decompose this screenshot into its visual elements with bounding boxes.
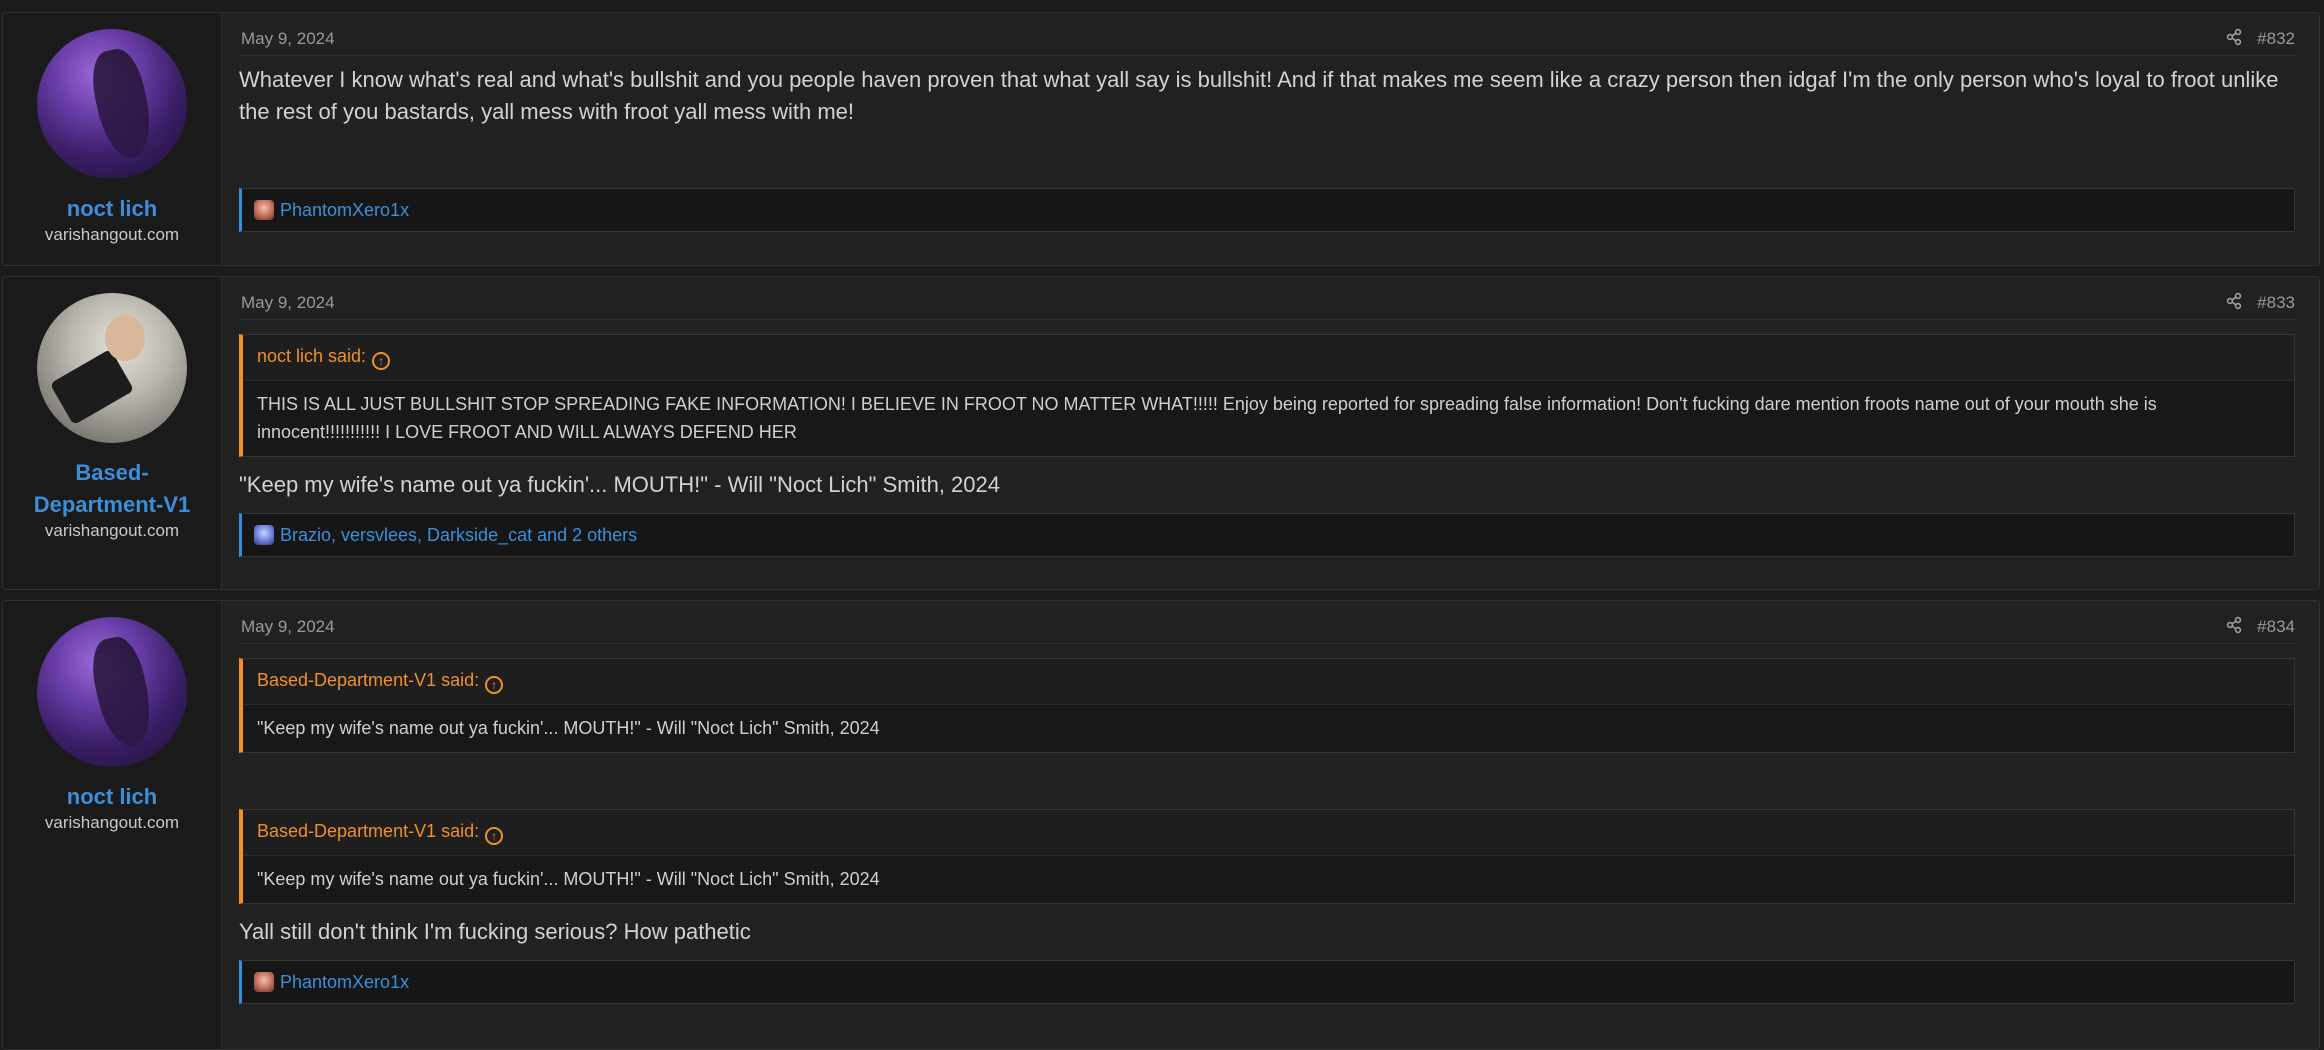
share-icon[interactable] bbox=[2225, 616, 2243, 639]
post-date[interactable]: May 9, 2024 bbox=[241, 617, 335, 637]
thread: noct lich varishangout.com May 9, 2024 #… bbox=[0, 0, 2324, 1050]
username-link[interactable]: noct lich bbox=[3, 781, 221, 813]
user-panel: noct lich varishangout.com bbox=[3, 13, 222, 265]
post: noct lich varishangout.com May 9, 2024 #… bbox=[2, 600, 2320, 1050]
quote-body: "Keep my wife's name out ya fuckin'... M… bbox=[257, 869, 880, 889]
reactions-link[interactable]: PhantomXero1x bbox=[280, 200, 409, 220]
user-title: varishangout.com bbox=[44, 813, 180, 832]
reactions-bar: PhantomXero1x bbox=[239, 188, 2295, 232]
post: Based-Department-V1 varishangout.com May… bbox=[2, 276, 2320, 590]
post-meta: May 9, 2024 #832 bbox=[239, 13, 2295, 56]
post-main: May 9, 2024 #833 noct lich said: ↑ THIS I… bbox=[239, 277, 2295, 589]
avatar[interactable] bbox=[37, 29, 187, 179]
post-number-link[interactable]: #832 bbox=[2257, 29, 2295, 49]
post-body: "Keep my wife's name out ya fuckin'... M… bbox=[239, 472, 1000, 497]
arrow-up-circle-icon[interactable]: ↑ bbox=[485, 827, 504, 845]
reactions-bar: PhantomXero1x bbox=[239, 960, 2295, 1004]
post-meta: May 9, 2024 #833 bbox=[239, 277, 2295, 320]
quote-block: Based-Department-V1 said: ↑ "Keep my wife… bbox=[239, 809, 2295, 904]
reactions-link[interactable]: Brazio, versvlees, Darkside_cat and 2 ot… bbox=[280, 525, 637, 545]
reaction-icon bbox=[254, 525, 274, 545]
arrow-up-circle-icon[interactable]: ↑ bbox=[372, 352, 391, 370]
quote-body: THIS IS ALL JUST BULLSHIT STOP SPREADING… bbox=[257, 394, 2157, 442]
user-panel: Based-Department-V1 varishangout.com bbox=[3, 277, 222, 589]
post-main: May 9, 2024 #834 Based-Department-V1 sai… bbox=[239, 601, 2295, 1049]
post-date[interactable]: May 9, 2024 bbox=[241, 29, 335, 49]
post-number-link[interactable]: #833 bbox=[2257, 293, 2295, 313]
share-icon[interactable] bbox=[2225, 28, 2243, 51]
reaction-icon bbox=[254, 972, 274, 992]
reactions-bar: Brazio, versvlees, Darkside_cat and 2 ot… bbox=[239, 513, 2295, 557]
quote-header[interactable]: Based-Department-V1 said: ↑ bbox=[243, 659, 2294, 705]
quote-author[interactable]: Based-Department-V1 said: bbox=[257, 821, 479, 841]
avatar[interactable] bbox=[37, 617, 187, 767]
quote-author[interactable]: Based-Department-V1 said: bbox=[257, 670, 479, 690]
user-title: varishangout.com bbox=[44, 521, 180, 540]
post-body: Yall still don't think I'm fucking serio… bbox=[239, 919, 751, 944]
username-link[interactable]: noct lich bbox=[3, 193, 221, 225]
quote-body: "Keep my wife's name out ya fuckin'... M… bbox=[257, 718, 880, 738]
share-icon[interactable] bbox=[2225, 292, 2243, 315]
post: noct lich varishangout.com May 9, 2024 #… bbox=[2, 12, 2320, 266]
username-link[interactable]: Based-Department-V1 bbox=[3, 457, 221, 521]
post-body: Whatever I know what's real and what's b… bbox=[239, 67, 2279, 124]
reactions-link[interactable]: PhantomXero1x bbox=[280, 972, 409, 992]
quote-header[interactable]: Based-Department-V1 said: ↑ bbox=[243, 810, 2294, 856]
arrow-up-circle-icon[interactable]: ↑ bbox=[485, 676, 504, 694]
post-date[interactable]: May 9, 2024 bbox=[241, 293, 335, 313]
user-title: varishangout.com bbox=[44, 225, 180, 244]
reaction-icon bbox=[254, 200, 274, 220]
quote-author[interactable]: noct lich said: bbox=[257, 346, 366, 366]
quote-block: noct lich said: ↑ THIS IS ALL JUST BULLSH… bbox=[239, 334, 2295, 457]
avatar[interactable] bbox=[37, 293, 187, 443]
user-panel: noct lich varishangout.com bbox=[3, 601, 222, 1049]
post-meta: May 9, 2024 #834 bbox=[239, 601, 2295, 644]
post-main: May 9, 2024 #832 Whatever I know what's … bbox=[239, 13, 2295, 265]
quote-block: Based-Department-V1 said: ↑ "Keep my wife… bbox=[239, 658, 2295, 753]
quote-header[interactable]: noct lich said: ↑ bbox=[243, 335, 2294, 381]
post-number-link[interactable]: #834 bbox=[2257, 617, 2295, 637]
